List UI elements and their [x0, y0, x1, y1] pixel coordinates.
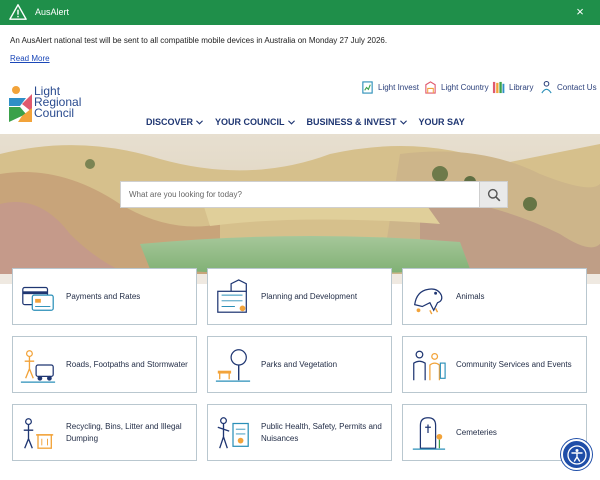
search-input[interactable]	[121, 182, 479, 207]
hero-landscape-image	[0, 134, 600, 284]
logo-line-council: Council	[34, 106, 75, 120]
nav-discover[interactable]: DISCOVER	[146, 117, 203, 127]
nav-your-say[interactable]: YOUR SAY	[419, 117, 465, 127]
roads-icon	[20, 349, 56, 383]
tile-roads-footpaths-stormwater[interactable]: Roads, Footpaths and Stormwater	[12, 336, 197, 393]
search-button[interactable]	[479, 182, 507, 207]
top-link-light-country[interactable]: Light Country	[424, 80, 489, 95]
main-nav: DISCOVER YOUR COUNCIL BUSINESS & INVEST …	[146, 117, 477, 127]
tile-label: Community Services and Events	[456, 359, 572, 369]
top-link-contact-us[interactable]: Contact Us	[540, 80, 597, 95]
accessibility-icon	[566, 444, 587, 465]
payments-icon	[22, 286, 54, 311]
top-link-label: Contact Us	[557, 83, 597, 92]
tile-parks-and-vegetation[interactable]: Parks and Vegetation	[207, 336, 392, 393]
planning-icon	[217, 278, 247, 313]
hero-image	[0, 134, 600, 284]
animals-icon	[414, 287, 443, 314]
logo-text: Light Regional Council	[34, 85, 81, 120]
library-icon	[492, 81, 505, 94]
accessibility-button[interactable]	[561, 439, 592, 470]
tile-planning-and-development[interactable]: Planning and Development	[207, 268, 392, 325]
recycling-icon	[23, 417, 54, 449]
tile-label: Planning and Development	[261, 291, 358, 301]
tile-label: Parks and Vegetation	[261, 359, 338, 369]
alert-title: AusAlert	[35, 7, 70, 17]
chevron-down-icon	[287, 119, 295, 125]
nav-business-invest[interactable]: BUSINESS & INVEST	[307, 117, 407, 127]
cemeteries-icon	[412, 416, 446, 450]
tile-label: Animals	[456, 291, 485, 301]
public-health-icon	[217, 416, 249, 448]
tile-community-services-events[interactable]: Community Services and Events	[402, 336, 587, 393]
top-link-label: Light Country	[441, 83, 489, 92]
tile-label: Public Health, Safety, Permits and Nuisa…	[261, 421, 382, 443]
search-bar	[120, 181, 508, 208]
read-more-link[interactable]: Read More	[10, 54, 50, 63]
nav-your-council[interactable]: YOUR COUNCIL	[215, 117, 295, 127]
community-icon	[413, 350, 446, 380]
warning-icon	[9, 4, 27, 20]
top-link-label: Library	[509, 83, 534, 92]
search-icon	[487, 188, 500, 201]
light-invest-icon	[362, 81, 373, 94]
nav-label: YOUR COUNCIL	[215, 117, 285, 127]
chevron-down-icon	[399, 119, 407, 125]
nav-label: BUSINESS & INVEST	[306, 117, 397, 127]
contact-icon	[541, 80, 552, 94]
tile-payments-and-rates[interactable]: Payments and Rates	[12, 268, 197, 325]
tile-label: Roads, Footpaths and Stormwater	[66, 359, 188, 369]
light-country-icon	[425, 81, 436, 94]
nav-label: YOUR SAY	[418, 117, 465, 127]
top-link-label: Light Invest	[378, 83, 419, 92]
parks-icon	[215, 348, 251, 382]
top-link-light-invest[interactable]: Light Invest	[361, 80, 419, 95]
tile-public-health-safety-permits[interactable]: Public Health, Safety, Permits and Nuisa…	[207, 404, 392, 461]
tile-recycling-bins-litter-dumping[interactable]: Recycling, Bins, Litter and Illegal Dump…	[12, 404, 197, 461]
top-link-library[interactable]: Library	[492, 80, 533, 95]
tile-animals[interactable]: Animals	[402, 268, 587, 325]
close-icon[interactable]: ×	[574, 5, 586, 19]
tile-label: Payments and Rates	[66, 291, 141, 301]
alert-bar: AusAlert ×	[0, 0, 600, 25]
tile-label: Cemeteries	[456, 427, 497, 437]
nav-label: DISCOVER	[146, 117, 194, 127]
tile-cemeteries[interactable]: Cemeteries	[402, 404, 587, 461]
chevron-down-icon	[196, 119, 203, 125]
alert-message: An AusAlert national test will be sent t…	[10, 36, 388, 45]
tile-label: Recycling, Bins, Litter and Illegal Dump…	[66, 421, 182, 443]
